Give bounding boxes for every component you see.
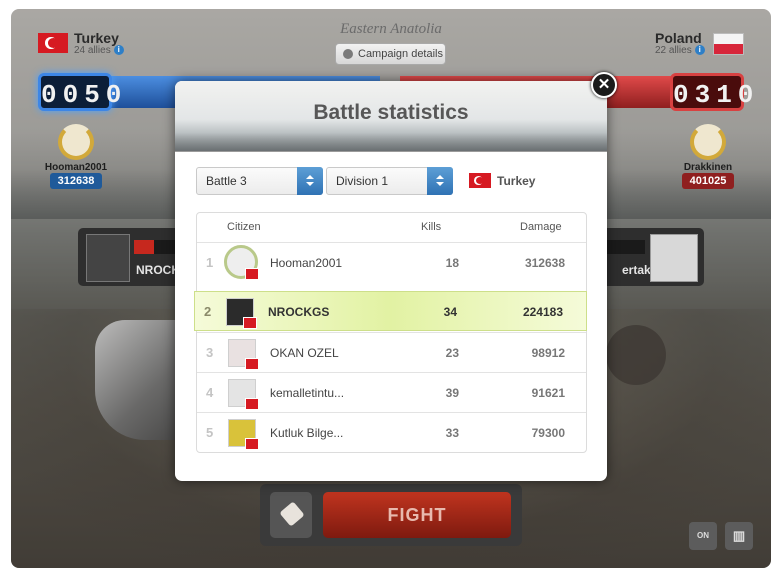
citizen-kills: 39 [445,386,459,400]
citizen-damage: 79300 [531,426,565,440]
turkey-flag-icon [245,358,259,370]
left-hero-name: Hooman2001 [44,162,108,173]
right-score: 0310 [670,73,753,111]
left-allies-count: 24 allies [74,45,111,56]
close-icon[interactable]: ✕ [591,72,617,98]
citizen-damage: 224183 [522,305,563,319]
stats-table: Citizen Kills Damage 1 Hooman2001 18 312… [194,212,587,453]
row-rank: 2 [204,304,212,319]
region-title: Eastern Anatolia [340,21,442,37]
citizen-kills: 18 [445,256,459,270]
right-hero-damage: 401025 [681,173,735,189]
citizen-name[interactable]: Hooman2001 [270,256,342,270]
turkey-flag-icon [243,317,257,329]
right-hero-name: Drakkinen [683,162,733,173]
column-header-damage: Damage [520,221,562,233]
enemy-tank-image [606,325,666,385]
table-row[interactable]: 3 OKAN OZEL 23 98912 [197,332,586,372]
modal-title: Battle statistics [313,101,469,124]
selected-country-label: Turkey [497,174,536,188]
table-row[interactable]: 1 Hooman2001 18 312638 [197,242,586,282]
column-header-citizen: Citizen [227,221,261,233]
modal-header: Battle statistics [175,81,607,152]
turkey-flag-icon [245,398,259,410]
left-hero[interactable]: Hooman2001 312638 [38,124,114,189]
right-fighter-health [601,240,645,254]
fight-button[interactable]: FIGHT [323,492,511,538]
citizen-name[interactable]: OKAN OZEL [270,346,339,360]
left-fighter-card: NROCK [78,228,188,286]
right-allies-count: 22 allies [655,45,692,56]
turkey-flag-icon [245,268,259,280]
row-rank: 1 [206,255,214,270]
citizen-avatar [228,379,259,410]
citizen-avatar [228,339,259,370]
chevron-up-down-icon [427,167,453,195]
citizen-damage: 312638 [524,256,565,270]
campaign-details-button[interactable]: Campaign details [335,43,446,65]
left-score: 0050 [38,73,121,111]
stats-icon[interactable]: ▥ [725,522,753,550]
laurel-icon [690,124,726,160]
column-header-kills: Kills [421,221,442,233]
campaign-details-label: Campaign details [358,48,443,60]
turkey-flag-icon [245,438,259,450]
citizen-name[interactable]: Kutluk Bilge... [270,426,343,440]
battle-select-value: Battle 3 [206,174,247,188]
chevron-up-down-icon [297,167,323,195]
row-rank: 5 [206,425,214,440]
table-row[interactable]: 2 NROCKGS 34 224183 [194,291,587,331]
weapon-icon [279,501,305,527]
citizen-damage: 91621 [531,386,565,400]
right-allies: 22 allies i [655,45,705,56]
division-select[interactable]: Division 1 [326,167,453,195]
table-row[interactable]: 5 Kutluk Bilge... 33 79300 [197,412,586,452]
modal-header-skyline [175,133,607,151]
left-fighter-name: NROCK [136,263,180,277]
info-icon[interactable]: i [694,45,705,56]
laurel-icon [58,124,94,160]
battle-statistics-modal: Battle statistics Battle 3 Division 1 Tu… [175,81,607,481]
citizen-damage: 98912 [531,346,565,360]
citizen-kills: 33 [445,426,459,440]
weapon-select-button[interactable] [270,492,312,538]
right-fighter-card: ertaken [596,228,704,286]
division-select-value: Division 1 [336,174,389,188]
citizen-name[interactable]: kemalletintu... [270,386,344,400]
toggle-on-button[interactable]: ON [689,522,717,550]
info-icon[interactable]: i [113,45,124,56]
row-rank: 3 [206,345,214,360]
right-hero[interactable]: Drakkinen 401025 [670,124,746,189]
table-row[interactable]: 4 kemalletintu... 39 91621 [197,372,586,412]
left-fighter-avatar [86,234,130,282]
row-rank: 4 [206,385,214,400]
citizen-avatar [228,419,259,450]
left-allies: 24 allies i [74,45,124,56]
citizen-kills: 23 [445,346,459,360]
citizen-name[interactable]: NROCKGS [268,305,329,319]
citizen-avatar [226,298,257,329]
right-fighter-avatar [650,234,698,282]
turkey-flag-icon [469,173,491,188]
citizen-avatar [224,245,259,280]
left-hero-damage: 312638 [49,173,103,189]
citizen-kills: 34 [443,305,457,319]
globe-icon [343,49,353,59]
battle-select[interactable]: Battle 3 [196,167,323,195]
